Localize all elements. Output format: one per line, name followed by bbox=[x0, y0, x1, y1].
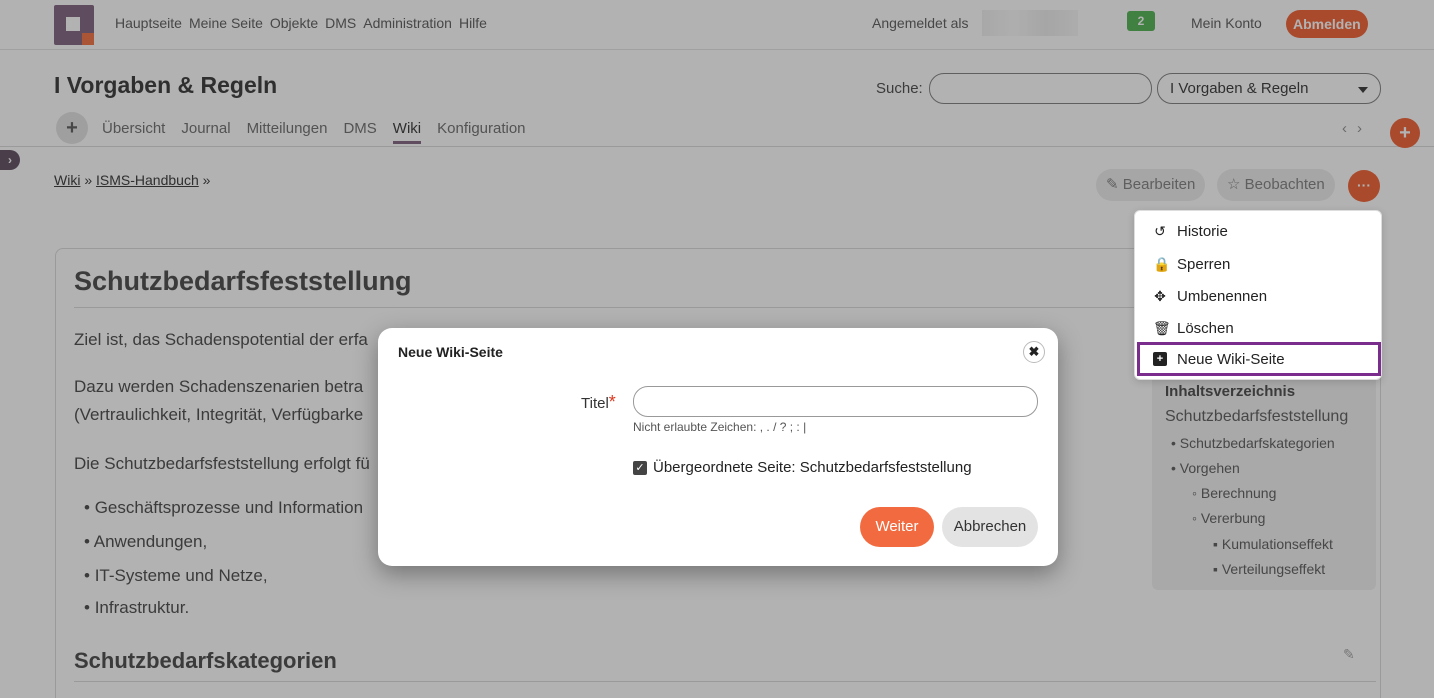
parent-page-option[interactable]: ✓ Übergeordnete Seite: Schutzbedarfsfest… bbox=[633, 459, 972, 476]
required-marker: * bbox=[608, 392, 616, 412]
title-hint: Nicht erlaubte Zeichen: , . / ? ; : | bbox=[633, 420, 807, 434]
menu-item-label: Neue Wiki-Seite bbox=[1177, 350, 1285, 368]
dialog-title: Neue Wiki-Seite bbox=[398, 344, 503, 360]
lock-icon: 🔒 bbox=[1153, 256, 1171, 272]
parent-page-checkbox-label[interactable]: Übergeordnete Seite: Schutzbedarfsfestst… bbox=[653, 459, 972, 476]
title-label-text: Titel bbox=[581, 395, 609, 412]
parent-page-checkbox[interactable]: ✓ bbox=[633, 460, 647, 475]
menu-item-neue-wiki-seite[interactable]: + Neue Wiki-Seite bbox=[1137, 342, 1381, 376]
menu-item-sperren[interactable]: 🔒 Sperren bbox=[1153, 256, 1230, 273]
title-input[interactable] bbox=[633, 386, 1038, 417]
more-actions-menu: ↺ Historie 🔒 Sperren ✥ Umbenennen 🗑 Löschen … bbox=[1134, 210, 1382, 380]
title-field-label: Titel* bbox=[581, 392, 616, 413]
menu-item-label: Löschen bbox=[1177, 320, 1234, 337]
trash-icon: 🗑 bbox=[1153, 320, 1171, 336]
history-icon: ↺ bbox=[1154, 223, 1166, 239]
menu-item-umbenennen[interactable]: ✥ Umbenennen bbox=[1153, 288, 1267, 305]
menu-item-label: Sperren bbox=[1177, 256, 1231, 273]
continue-button[interactable]: Weiter bbox=[860, 507, 934, 547]
cancel-button[interactable]: Abbrechen bbox=[942, 507, 1038, 547]
move-icon: ✥ bbox=[1154, 288, 1166, 304]
menu-item-label: Umbenennen bbox=[1177, 288, 1268, 305]
close-icon[interactable]: ✖ bbox=[1023, 341, 1045, 363]
menu-item-loeschen[interactable]: 🗑 Löschen bbox=[1153, 320, 1234, 337]
plus-square-icon: + bbox=[1153, 352, 1167, 366]
menu-item-historie[interactable]: ↺ Historie bbox=[1153, 223, 1228, 240]
new-wiki-page-dialog: Neue Wiki-Seite ✖ Titel* Nicht erlaubte … bbox=[378, 328, 1058, 566]
menu-item-label: Historie bbox=[1177, 223, 1228, 240]
